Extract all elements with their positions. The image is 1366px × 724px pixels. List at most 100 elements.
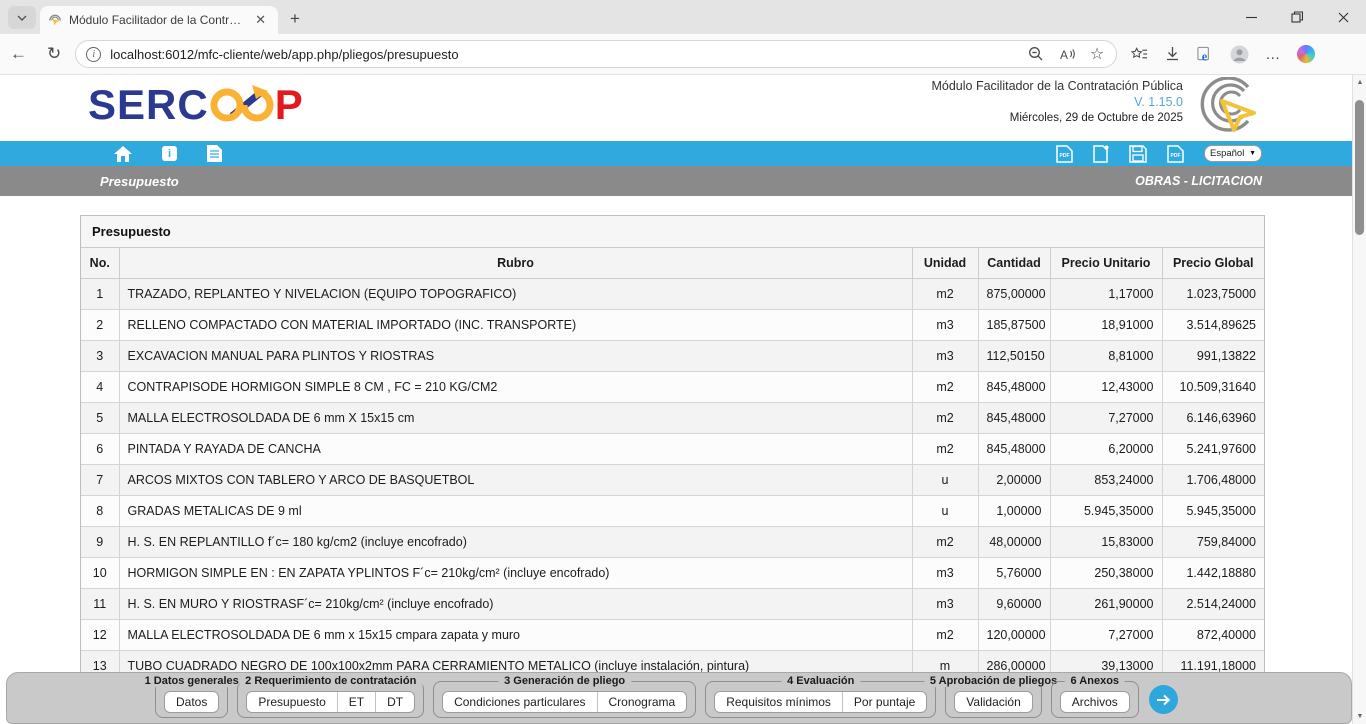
restore-button[interactable]	[1274, 0, 1320, 34]
tab-close-icon[interactable]: ✕	[251, 12, 270, 28]
process-type-label: OBRAS - LICITACION	[1135, 174, 1262, 188]
footer-step-legend: 6 Anexos	[1065, 675, 1126, 687]
cell-rubro: GRADAS METALICAS DE 9 ml	[119, 495, 912, 526]
cell-no: 1	[81, 278, 119, 309]
url-text[interactable]: localhost:6012/mfc-cliente/web/app.php/p…	[110, 47, 1028, 62]
cell-unidad: m2	[912, 526, 978, 557]
cell-precio-unitario: 7,27000	[1050, 402, 1162, 433]
footer-step-legend: 3 Generación de pliego	[498, 675, 631, 687]
budget-panel: Presupuesto No. Rubro Unidad Cantidad Pr…	[80, 215, 1265, 683]
cell-rubro: ARCOS MIXTOS CON TABLERO Y ARCO DE BASQU…	[119, 464, 912, 495]
cell-rubro: TRAZADO, REPLANTEO Y NIVELACION (EQUIPO …	[119, 278, 912, 309]
new-tab-button[interactable]: +	[290, 9, 300, 29]
cell-unidad: m2	[912, 278, 978, 309]
cell-cantidad: 120,00000	[978, 619, 1050, 650]
back-button[interactable]: ←	[0, 44, 37, 64]
cell-rubro: H. S. EN MURO Y RIOSTRASF´c= 210kg/cm² (…	[119, 588, 912, 619]
cell-cantidad: 185,87500	[978, 309, 1050, 340]
cell-no: 9	[81, 526, 119, 557]
info-icon[interactable]: i	[162, 146, 177, 161]
col-header-cantidad: Cantidad	[978, 248, 1050, 278]
footer-step-button[interactable]: DT	[375, 692, 414, 712]
home-icon[interactable]	[114, 146, 132, 162]
cell-precio-unitario: 8,81000	[1050, 340, 1162, 371]
table-row: 5 MALLA ELECTROSOLDADA DE 6 mm X 15x15 c…	[81, 402, 1264, 433]
footer-step-legend: 4 Evaluación	[781, 675, 860, 687]
table-row: 10 HORMIGON SIMPLE EN : EN ZAPATA YPLINT…	[81, 557, 1264, 588]
app-date: Miércoles, 29 de Octubre de 2025	[931, 112, 1183, 124]
footer-step-legend: 5 Aprobación de pliegos	[924, 675, 1063, 687]
collections-icon[interactable]	[1131, 46, 1148, 63]
cell-unidad: m2	[912, 402, 978, 433]
zoom-out-icon[interactable]	[1028, 46, 1045, 63]
tab-search-button[interactable]	[8, 6, 36, 29]
footer-step-group: 2 Requerimiento de contratación Presupue…	[237, 681, 424, 718]
svg-text:PDF: PDF	[1060, 153, 1070, 159]
export-pdf-icon[interactable]: PDF	[1056, 145, 1073, 163]
cell-precio-global: 6.146,63960	[1162, 402, 1264, 433]
browser-toolbar: ← ↻ i localhost:6012/mfc-cliente/web/app…	[0, 34, 1366, 75]
downloads-icon[interactable]	[1164, 46, 1181, 63]
minimize-button[interactable]	[1228, 0, 1274, 34]
site-info-icon[interactable]: i	[86, 47, 101, 62]
document-icon[interactable]	[207, 145, 222, 162]
scroll-up-icon[interactable]: ▲	[1353, 79, 1366, 86]
footer-step-button[interactable]: Requisitos mínimos	[715, 692, 842, 712]
cell-precio-global: 1.442,18880	[1162, 557, 1264, 588]
read-aloud-icon[interactable]: A	[1059, 46, 1076, 63]
vertical-scrollbar[interactable]: ▲ ▼	[1352, 75, 1366, 724]
cell-no: 8	[81, 495, 119, 526]
language-value: Español	[1210, 148, 1244, 159]
cell-precio-unitario: 18,91000	[1050, 309, 1162, 340]
footer-step-button[interactable]: Validación	[955, 692, 1031, 712]
cell-precio-global: 1.023,75000	[1162, 278, 1264, 309]
new-document-icon[interactable]	[1093, 145, 1109, 163]
scroll-down-icon[interactable]: ▼	[1353, 713, 1366, 720]
page-content: SERC P Módulo Facilitador de la Contrata…	[0, 75, 1352, 724]
download-pdf-icon[interactable]: PDF	[1167, 145, 1184, 163]
next-step-button[interactable]	[1149, 685, 1178, 714]
cell-precio-unitario: 853,24000	[1050, 464, 1162, 495]
cell-precio-unitario: 1,17000	[1050, 278, 1162, 309]
mfc-arrow-logo-icon	[1186, 77, 1262, 138]
address-bar[interactable]: i localhost:6012/mfc-cliente/web/app.php…	[75, 40, 1117, 68]
footer-step-button[interactable]: Presupuesto	[247, 692, 336, 712]
save-icon[interactable]	[1129, 145, 1147, 163]
ie-mode-icon[interactable]: e	[1197, 46, 1214, 63]
footer-step-button[interactable]: Archivos	[1061, 692, 1129, 712]
language-select[interactable]: Español ▼	[1204, 145, 1262, 162]
settings-menu-icon[interactable]: …	[1265, 46, 1281, 63]
cell-precio-global: 10.509,31640	[1162, 371, 1264, 402]
footer-step-button[interactable]: Cronograma	[597, 692, 687, 712]
cell-rubro: RELLENO COMPACTADO CON MATERIAL IMPORTAD…	[119, 309, 912, 340]
cell-cantidad: 5,76000	[978, 557, 1050, 588]
footer-step-button[interactable]: ET	[337, 692, 375, 712]
cell-no: 5	[81, 402, 119, 433]
copilot-icon[interactable]	[1297, 45, 1315, 63]
profile-avatar[interactable]	[1230, 45, 1249, 64]
cell-cantidad: 9,60000	[978, 588, 1050, 619]
cell-unidad: m2	[912, 619, 978, 650]
cell-unidad: m3	[912, 340, 978, 371]
table-row: 12 MALLA ELECTROSOLDADA DE 6 mm x 15x15 …	[81, 619, 1264, 650]
cell-precio-global: 991,13822	[1162, 340, 1264, 371]
cell-unidad: m2	[912, 371, 978, 402]
cell-precio-global: 3.514,89625	[1162, 309, 1264, 340]
cell-precio-global: 5.945,35000	[1162, 495, 1264, 526]
footer-step-button[interactable]: Condiciones particulares	[443, 692, 596, 712]
navbar-left-icons: i	[114, 145, 222, 162]
browser-titlebar: Módulo Facilitador de la Contrata ✕ +	[0, 0, 1366, 34]
close-window-button[interactable]	[1320, 0, 1366, 34]
cell-precio-global: 5.241,97600	[1162, 433, 1264, 464]
browser-tab[interactable]: Módulo Facilitador de la Contrata ✕	[40, 6, 278, 34]
table-row: 3 EXCAVACION MANUAL PARA PLINTOS Y RIOST…	[81, 340, 1264, 371]
col-header-unidad: Unidad	[912, 248, 978, 278]
sercop-logo-text-blue: SERC	[88, 83, 209, 127]
app-header-info: Módulo Facilitador de la Contratación Pú…	[931, 79, 1183, 124]
refresh-button[interactable]: ↻	[37, 44, 71, 64]
footer-step-button[interactable]: Datos	[165, 692, 218, 712]
favorite-star-icon[interactable]: ☆	[1090, 44, 1104, 64]
toolbar-icons: e …	[1125, 45, 1329, 64]
scrollbar-thumb[interactable]	[1355, 100, 1364, 235]
footer-step-button[interactable]: Por puntaje	[842, 692, 926, 712]
